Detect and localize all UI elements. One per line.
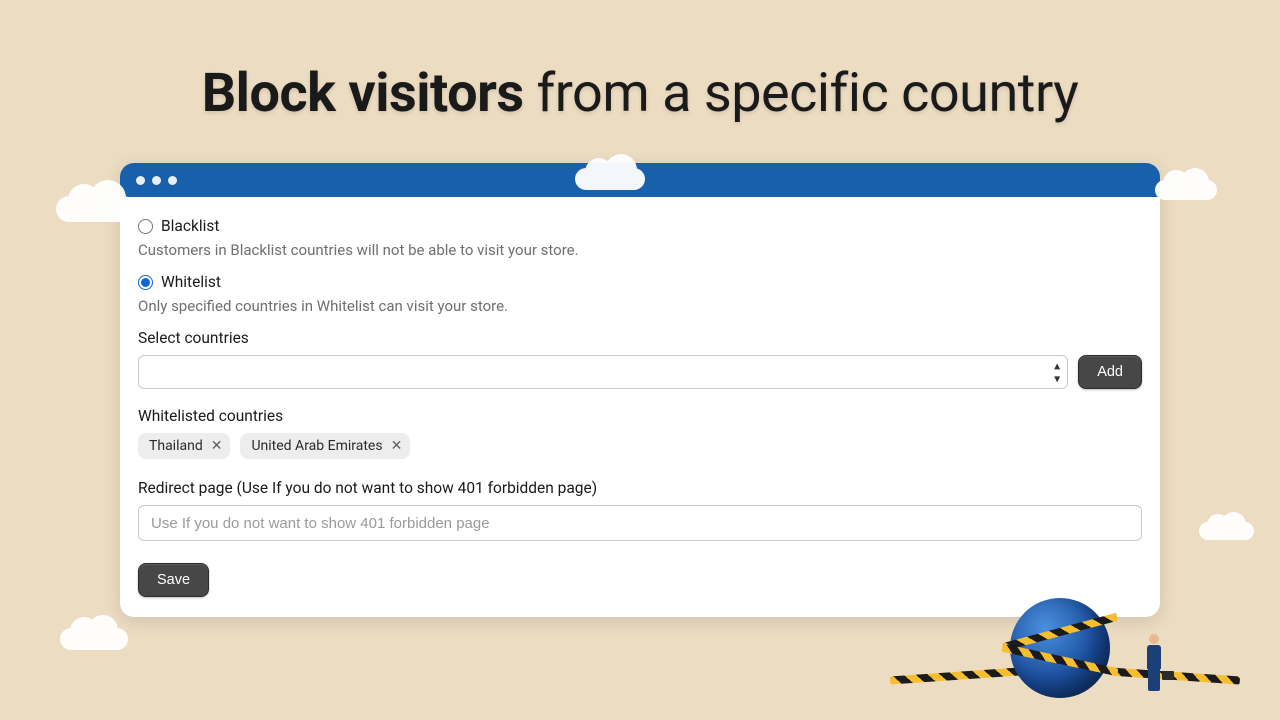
page-headline: Block visitors from a specific country xyxy=(0,0,1280,125)
whitelisted-label: Whitelisted countries xyxy=(138,407,1142,425)
option-whitelist-row[interactable]: Whitelist xyxy=(138,273,1142,291)
option-blacklist-desc: Customers in Blacklist countries will no… xyxy=(138,241,1142,259)
globe-illustration xyxy=(900,588,1230,698)
save-button[interactable]: Save xyxy=(138,563,209,597)
headline-rest: from a specific country xyxy=(524,62,1079,125)
add-button[interactable]: Add xyxy=(1078,355,1142,389)
country-tag: Thailand ✕ xyxy=(138,433,230,459)
cloud-decoration xyxy=(56,196,136,222)
select-row: ▴▾ Add xyxy=(138,355,1142,389)
person-illustration xyxy=(1142,634,1166,694)
option-whitelist-desc: Only specified countries in Whitelist ca… xyxy=(138,297,1142,315)
redirect-input[interactable] xyxy=(138,505,1142,541)
window-content: Blacklist Customers in Blacklist countri… xyxy=(120,197,1160,617)
country-tag-label: United Arab Emirates xyxy=(251,438,382,454)
radio-whitelist[interactable] xyxy=(138,275,153,290)
tape-decoration xyxy=(890,667,1020,684)
remove-tag-icon[interactable]: ✕ xyxy=(391,439,403,453)
settings-window: Blacklist Customers in Blacklist countri… xyxy=(120,163,1160,617)
cloud-decoration xyxy=(1155,180,1217,200)
window-dot xyxy=(152,176,161,185)
option-blacklist-row[interactable]: Blacklist xyxy=(138,217,1142,235)
radio-blacklist[interactable] xyxy=(138,219,153,234)
window-dot xyxy=(136,176,145,185)
tape-decoration xyxy=(1110,667,1240,684)
select-countries-label: Select countries xyxy=(138,329,1142,347)
cloud-decoration xyxy=(575,168,645,190)
briefcase-icon xyxy=(1162,671,1174,680)
country-select-wrap: ▴▾ xyxy=(138,355,1068,389)
option-blacklist-label: Blacklist xyxy=(161,217,219,235)
globe-icon xyxy=(1010,598,1110,698)
redirect-label: Redirect page (Use If you do not want to… xyxy=(138,479,1142,497)
option-whitelist: Whitelist Only specified countries in Wh… xyxy=(138,273,1142,315)
option-blacklist: Blacklist Customers in Blacklist countri… xyxy=(138,217,1142,259)
country-tag-label: Thailand xyxy=(149,438,203,454)
headline-bold: Block visitors xyxy=(202,62,524,125)
cloud-decoration xyxy=(1199,522,1254,540)
whitelisted-tags: Thailand ✕ United Arab Emirates ✕ xyxy=(138,433,1142,459)
country-select[interactable] xyxy=(138,355,1068,389)
country-tag: United Arab Emirates ✕ xyxy=(240,433,410,459)
option-whitelist-label: Whitelist xyxy=(161,273,221,291)
cloud-decoration xyxy=(60,628,128,650)
window-dot xyxy=(168,176,177,185)
remove-tag-icon[interactable]: ✕ xyxy=(211,439,223,453)
